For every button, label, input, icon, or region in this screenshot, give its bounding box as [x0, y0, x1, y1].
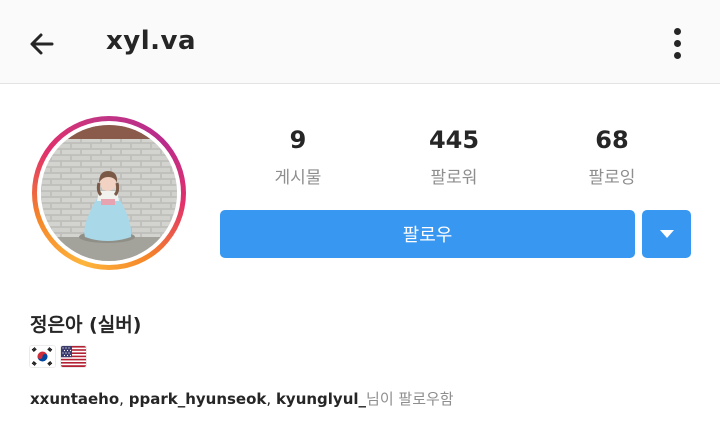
more-vertical-icon [673, 27, 681, 35]
caret-down-icon [659, 230, 674, 238]
posts-label: 게시물 [274, 168, 322, 188]
korea-flag-icon [30, 346, 55, 367]
top-app-bar: xyl.va [0, 0, 720, 84]
follow-button-label: 팔로우 [402, 225, 453, 246]
story-ring[interactable] [32, 116, 186, 270]
followed-by-suffix: 님이 팔로우함 [366, 390, 454, 408]
followers-label: 팔로워 [430, 168, 478, 188]
more-vertical-icon-dot [673, 39, 681, 47]
posts-stat[interactable]: 9 게시물 [223, 124, 373, 190]
followed-by-user-link[interactable]: kyunglyul_ [276, 390, 366, 408]
followed-by-user-link[interactable]: xxuntaeho [30, 390, 119, 408]
usa-flag-icon [61, 346, 86, 367]
follow-button[interactable]: 팔로우 [220, 210, 635, 258]
more-vertical-icon-dot [673, 51, 681, 59]
followed-by-separator: , [119, 390, 129, 408]
followers-count: 445 [428, 126, 480, 154]
arrow-left-icon [30, 33, 54, 55]
following-label: 팔로잉 [588, 168, 636, 188]
suggested-accounts-dropdown-button[interactable] [642, 210, 691, 258]
following-stat[interactable]: 68 팔로잉 [537, 124, 687, 190]
more-options-button[interactable] [660, 22, 694, 64]
followed-by-separator: , [266, 390, 276, 408]
following-count: 68 [595, 126, 629, 154]
posts-count: 9 [289, 126, 307, 154]
followed-by-text: xxuntaeho, ppark_hyunseok, kyunglyul_님이 … [30, 388, 454, 409]
avatar[interactable] [41, 125, 177, 261]
profile-username-title: xyl.va [106, 26, 197, 56]
followed-by-user-link[interactable]: ppark_hyunseok [129, 390, 267, 408]
bio [30, 346, 86, 367]
profile-photo [41, 125, 177, 261]
back-button[interactable] [22, 24, 62, 64]
profile-screen: xyl.va 9 게시물 445 팔로워 68 팔로잉 팔로우 정은아 (실버)… [0, 0, 720, 426]
followers-stat[interactable]: 445 팔로워 [379, 124, 529, 190]
display-name: 정은아 (실버) [30, 314, 142, 336]
avatar-border [37, 121, 181, 265]
